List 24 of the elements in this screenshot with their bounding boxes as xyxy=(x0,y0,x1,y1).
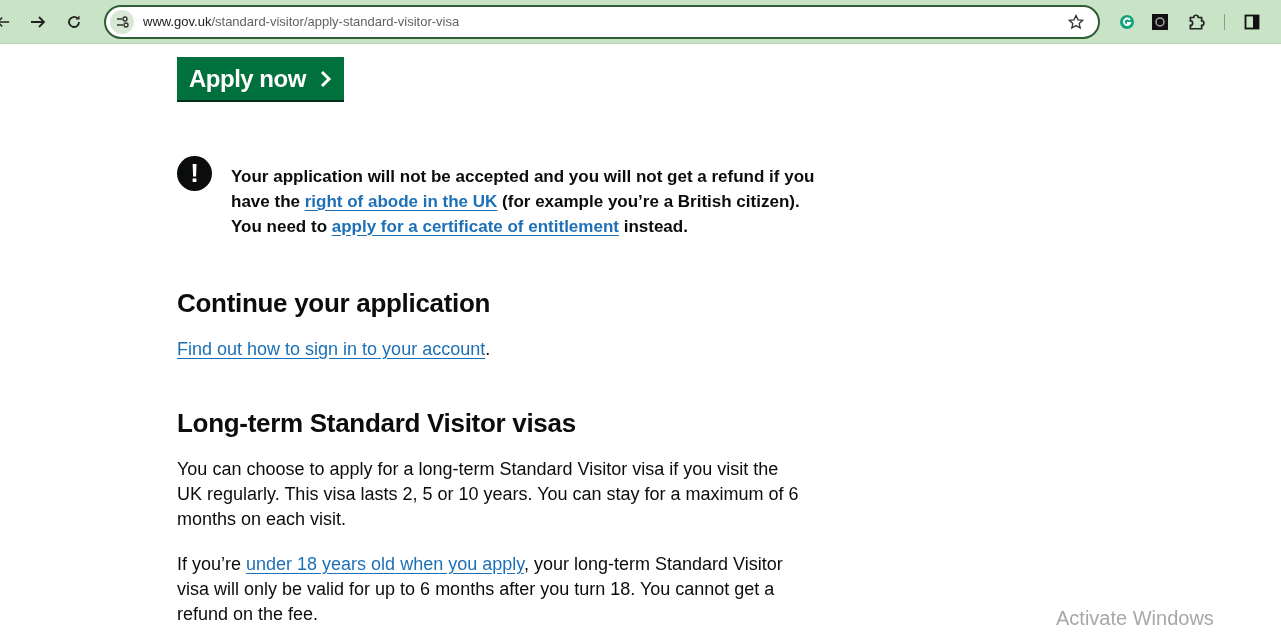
side-panel-icon[interactable] xyxy=(1244,13,1260,30)
section-heading: Long-term Standard Visitor visas xyxy=(177,407,577,439)
link[interactable]: right of abode in the UK xyxy=(304,192,498,211)
site-settings-icon[interactable] xyxy=(110,9,134,34)
apply-now-button[interactable]: Apply now xyxy=(177,57,344,102)
extension-icon[interactable] xyxy=(1152,13,1168,30)
paragraph: Find out how to sign in to your account. xyxy=(177,338,492,361)
chevron-icon xyxy=(319,69,332,88)
paragraph: You can choose to apply for a long-term Standard Visitor visa if you visit the UK regularly. This visa lasts 2, 5 or 10 years. You can stay for a maximum of 6 months on each visit. xyxy=(177,458,800,531)
address-bar[interactable]: www.gov.uk/standard-visitor/apply-standard-visitor-visa xyxy=(104,4,1100,39)
forward-icon[interactable] xyxy=(30,13,46,30)
extension-g-icon[interactable] xyxy=(1119,13,1135,30)
puzzle-icon[interactable] xyxy=(1187,12,1205,31)
warning-icon: ! xyxy=(177,156,212,191)
activation-watermark-text: Activate Windows xyxy=(1056,607,1214,630)
paragraph: If you’re under 18 years old when you apply, your long-term Standard Visitor visa will only be valid for up to 6 months after you turn 18. You cannot get a refund on the fee. xyxy=(177,553,784,626)
reload-icon[interactable] xyxy=(66,13,82,30)
link[interactable]: Find out how to sign in to your account xyxy=(177,339,486,359)
bookmark-star-icon[interactable] xyxy=(1068,13,1084,30)
section-heading: Continue your application xyxy=(177,287,492,319)
link[interactable]: under 18 years old when you apply xyxy=(246,554,524,574)
link[interactable]: apply for a certificate of entitlement xyxy=(331,217,619,236)
back-icon[interactable] xyxy=(0,14,10,29)
warning-text: Your application will not be accepted and you will not get a refund if you have the right of abode in the UK (for example you’re a British citizen). You need to apply for a certificate of entitlement instead. xyxy=(231,166,816,238)
